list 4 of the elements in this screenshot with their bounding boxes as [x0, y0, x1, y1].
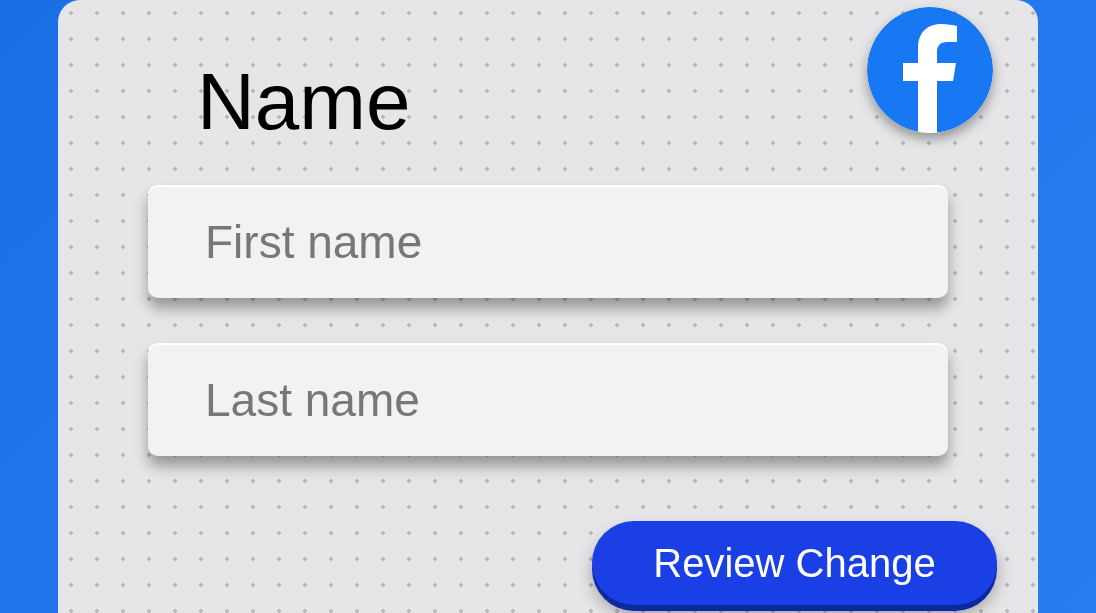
logo-icon	[867, 7, 993, 133]
section-title: Name	[197, 56, 411, 148]
text-field[interactable]: Last name	[148, 343, 948, 456]
text-field[interactable]: First name	[148, 185, 948, 298]
